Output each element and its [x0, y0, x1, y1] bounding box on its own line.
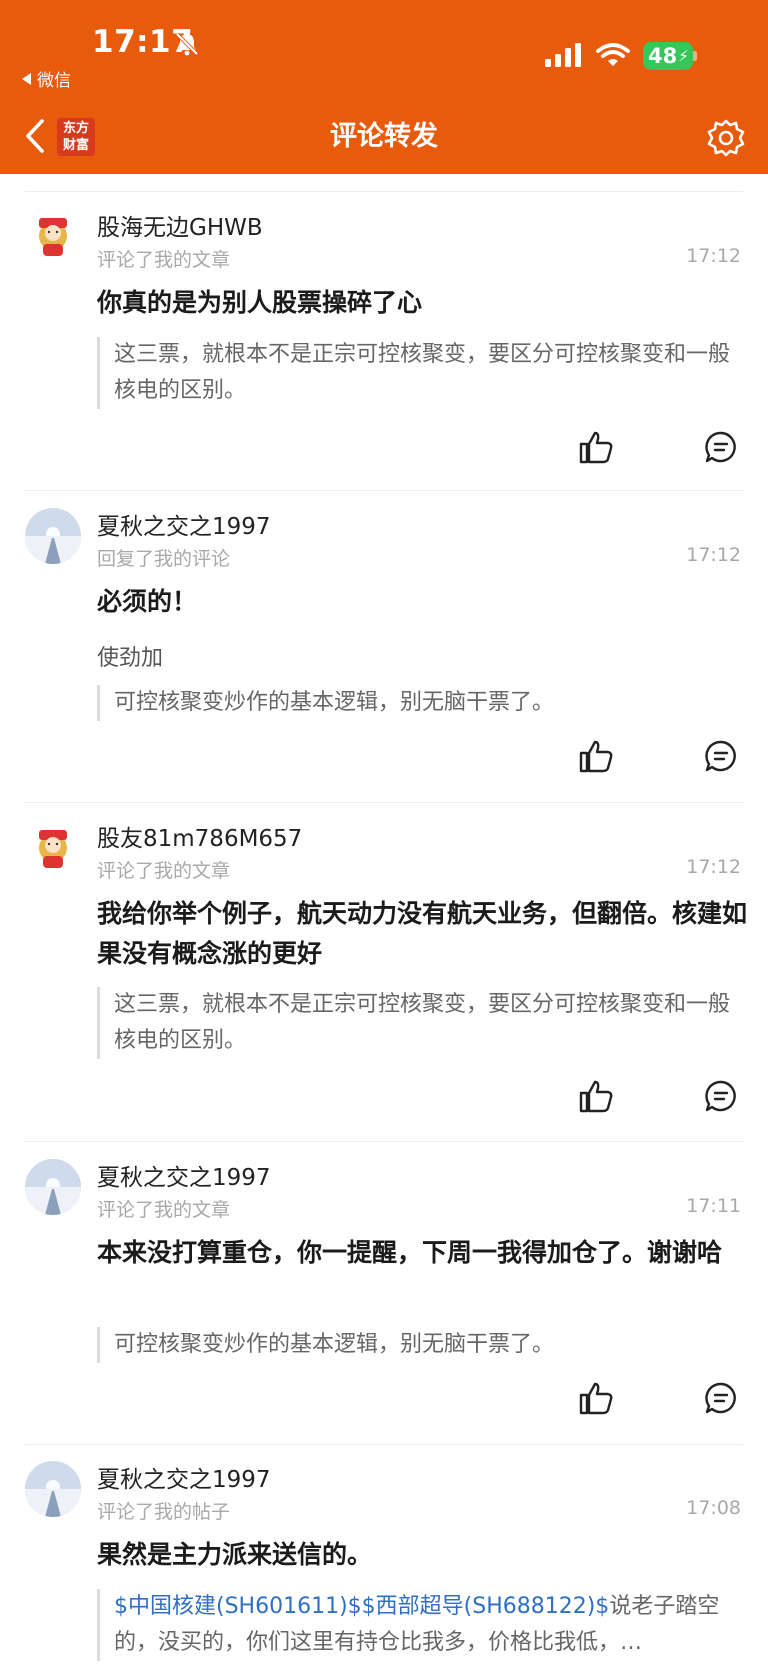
comment-icon[interactable]: [704, 739, 738, 773]
username[interactable]: 夏秋之交之1997: [97, 1158, 271, 1192]
action-text: 评论了我的文章: [97, 860, 231, 882]
username[interactable]: 夏秋之交之1997: [97, 1460, 271, 1494]
battery-indicator: 48 ⚡: [643, 42, 693, 70]
action-text: 评论了我的文章: [97, 1199, 231, 1221]
username[interactable]: 股海无边GHWB: [97, 208, 263, 242]
timestamp: 17:08: [686, 1497, 741, 1519]
wifi-icon: [596, 43, 630, 66]
charging-bolt-icon: ⚡: [678, 47, 689, 65]
gear-icon[interactable]: [706, 118, 746, 158]
username[interactable]: 夏秋之交之1997: [97, 507, 271, 541]
comment-icon[interactable]: [704, 1079, 738, 1113]
avatar[interactable]: [25, 818, 81, 874]
back-triangle-icon: [22, 72, 31, 85]
like-icon[interactable]: [578, 1079, 614, 1113]
quoted-text[interactable]: 这三票，就根本不是正宗可控核聚变，要区分可控核聚变和一般核电的区别。: [97, 987, 737, 1059]
like-icon[interactable]: [578, 739, 614, 773]
like-icon[interactable]: [578, 1381, 614, 1415]
like-icon[interactable]: [578, 430, 614, 464]
comment-text[interactable]: 你真的是为别人股票操碎了心: [97, 283, 747, 323]
quoted-text[interactable]: $中国核建(SH601611)$$西部超导(SH688122)$说老子踏空的，没…: [97, 1589, 737, 1661]
timestamp: 17:12: [686, 245, 741, 267]
comment-icon[interactable]: [704, 1381, 738, 1415]
comment-icon[interactable]: [704, 430, 738, 464]
reply-text[interactable]: 使劲加: [97, 640, 163, 672]
back-to-wechat[interactable]: 微信: [22, 66, 71, 91]
divider: [25, 802, 743, 803]
header: 17:17 微信 48 ⚡ 东方 财富 评论转发: [0, 0, 768, 174]
stock-link[interactable]: $中国核建(SH601611)$$西部超导(SH688122)$: [114, 1594, 609, 1619]
quoted-text[interactable]: 可控核聚变炒作的基本逻辑，别无脑干票了。: [97, 685, 737, 721]
battery-level: 48: [648, 44, 678, 68]
divider: [25, 1444, 743, 1445]
avatar[interactable]: [25, 1461, 81, 1517]
battery-cap: [693, 51, 697, 61]
quoted-text[interactable]: 可控核聚变炒作的基本逻辑，别无脑干票了。: [97, 1327, 737, 1363]
timestamp: 17:12: [686, 856, 741, 878]
quoted-text[interactable]: 这三票，就根本不是正宗可控核聚变，要区分可控核聚变和一般核电的区别。: [97, 337, 737, 409]
page-title: 评论转发: [330, 121, 438, 152]
divider: [25, 191, 743, 192]
action-text: 回复了我的评论: [97, 548, 231, 570]
divider: [25, 1141, 743, 1142]
timestamp: 17:11: [686, 1195, 741, 1217]
comment-text[interactable]: 我给你举个例子，航天动力没有航天业务，但翻倍。核建如果没有概念涨的更好: [97, 894, 747, 974]
action-text: 评论了我的帖子: [97, 1501, 231, 1523]
avatar[interactable]: [25, 1159, 81, 1215]
comment-text[interactable]: 果然是主力派来送信的。: [97, 1535, 747, 1575]
bell-muted-icon: [175, 32, 199, 56]
action-text: 评论了我的文章: [97, 249, 231, 271]
avatar[interactable]: [25, 206, 81, 262]
signal-icon: [545, 43, 581, 67]
comment-text[interactable]: 必须的！: [97, 582, 747, 622]
timestamp: 17:12: [686, 544, 741, 566]
back-app-label: 微信: [37, 71, 71, 91]
divider: [25, 490, 743, 491]
username[interactable]: 股友81m786M657: [97, 819, 302, 853]
avatar[interactable]: [25, 508, 81, 564]
comment-text[interactable]: 本来没打算重仓，你一提醒，下周一我得加仓了。谢谢哈: [97, 1233, 747, 1273]
